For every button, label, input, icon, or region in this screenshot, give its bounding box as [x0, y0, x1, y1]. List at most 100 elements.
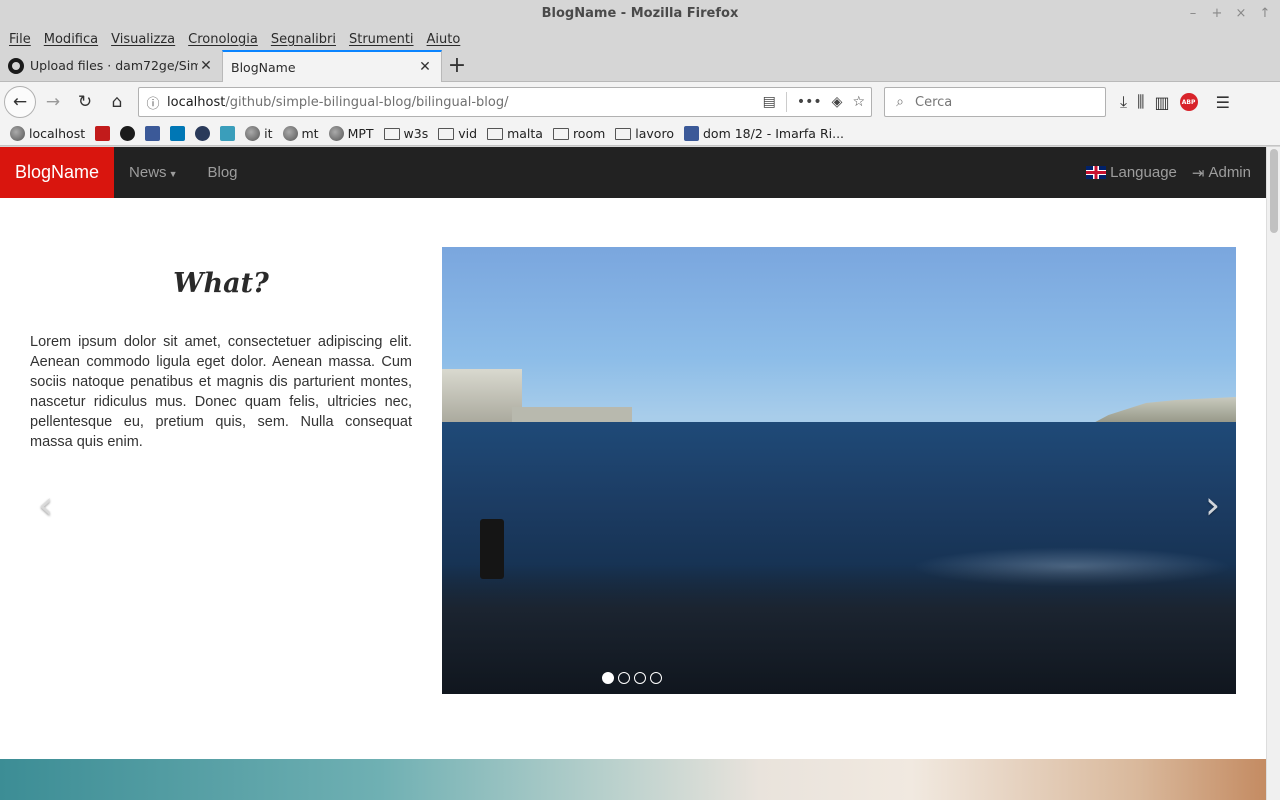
bookmark-item[interactable]: malta [487, 126, 543, 141]
close-tab-icon[interactable]: ✕ [417, 59, 433, 75]
reader-view-icon[interactable]: ▤ [763, 94, 776, 110]
bookmark-item[interactable]: it [245, 126, 273, 141]
bookmark-label: lavoro [635, 126, 674, 141]
site-navbar: BlogName News ▼ Blog Language ⇥ Admin [0, 147, 1266, 198]
menu-file[interactable]: File [4, 32, 36, 47]
bookmark-item[interactable] [95, 126, 111, 141]
language-switcher[interactable]: Language [1071, 164, 1192, 181]
bookmark-item[interactable]: vid [438, 126, 477, 141]
bookmark-label: vid [458, 126, 478, 141]
login-icon: ⇥ [1191, 164, 1205, 182]
bookmark-item[interactable] [170, 126, 186, 141]
bookmark-item[interactable] [220, 126, 236, 141]
section-title: What? [173, 268, 269, 299]
bookmark-label: MPT [347, 126, 374, 141]
maximize-button[interactable]: + [1210, 0, 1224, 28]
bookmark-label: localhost [29, 126, 86, 141]
bookmark-item[interactable]: lavoro [615, 126, 674, 141]
home-button[interactable]: ⌂ [102, 87, 132, 117]
menu-visualizza[interactable]: Visualizza [106, 32, 180, 47]
slide-image-rocks [442, 564, 1236, 694]
brand-link[interactable]: BlogName [0, 147, 115, 198]
bookmark-item[interactable]: dom 18/2 - Imarfa Ri... [683, 126, 845, 141]
scrollbar-thumb[interactable] [1270, 149, 1278, 233]
search-icon: ⌕ [896, 94, 904, 110]
folder-icon [552, 127, 569, 140]
image-carousel[interactable] [442, 247, 1236, 694]
close-window-button[interactable]: × [1234, 0, 1248, 28]
section-text: Lorem ipsum dolor sit amet, consectetuer… [30, 334, 412, 450]
bookmark-label: mt [301, 126, 319, 141]
bookmark-item[interactable]: room [552, 126, 605, 141]
folder-icon [383, 127, 400, 140]
tab-upload-files[interactable]: Upload files · dam72ge/Simpl ✕ [0, 50, 222, 81]
hamburger-menu-icon[interactable]: ☰ [1216, 93, 1230, 112]
search-bar[interactable]: ⌕ [884, 87, 1106, 117]
bookmark-item[interactable] [145, 126, 161, 141]
search-input[interactable] [915, 94, 1095, 110]
shade-button[interactable]: ↑ [1258, 0, 1272, 28]
bookmark-item[interactable] [195, 126, 211, 141]
carousel-indicator[interactable] [618, 672, 630, 684]
menu-cronologia[interactable]: Cronologia [183, 32, 263, 47]
language-label: Language [1110, 164, 1177, 181]
new-tab-button[interactable]: + [442, 50, 472, 81]
carousel-indicator[interactable] [650, 672, 662, 684]
minimize-button[interactable]: – [1186, 0, 1200, 28]
bookmark-item[interactable]: mt [282, 126, 319, 141]
carousel-next-icon[interactable]: › [1205, 483, 1220, 527]
admin-link[interactable]: ⇥ Admin [1192, 164, 1266, 182]
carousel-prev-icon[interactable]: ‹ [38, 483, 53, 527]
bookmark-label: dom 18/2 - Imarfa Ri... [702, 126, 845, 141]
library-icon[interactable]: ⫼ [1137, 92, 1144, 112]
tab-blogname[interactable]: BlogName ✕ [222, 50, 442, 82]
folder-icon [438, 127, 455, 140]
forward-button[interactable]: → [38, 87, 68, 117]
adblock-plus-icon[interactable]: ABP [1179, 93, 1198, 111]
menu-bar: File Modifica Visualizza Cronologia Segn… [0, 28, 1280, 50]
admin-label: Admin [1208, 164, 1251, 181]
bookmark-item[interactable]: localhost [10, 126, 85, 141]
divider [785, 92, 787, 112]
menu-modifica[interactable]: Modifica [39, 32, 103, 47]
bookmark-label: w3s [403, 126, 429, 141]
reload-button[interactable]: ↻ [70, 87, 100, 117]
menu-strumenti[interactable]: Strumenti [344, 32, 419, 47]
fb-icon [145, 126, 161, 141]
red-icon [95, 126, 111, 141]
page-scrollbar[interactable] [1266, 147, 1280, 800]
carousel-indicator[interactable] [634, 672, 646, 684]
github-icon [8, 57, 24, 74]
window-controls: – + × ↑ [1186, 0, 1272, 28]
url-bar[interactable]: ⓘ localhost /github/simple-bilingual-blo… [138, 87, 872, 117]
bookmark-item[interactable]: w3s [383, 126, 429, 141]
tab-strip: Upload files · dam72ge/Simpl ✕ BlogName … [0, 50, 1280, 82]
uk-flag-icon [1086, 166, 1107, 179]
carousel-indicator[interactable] [602, 672, 614, 684]
menu-segnalibri[interactable]: Segnalibri [266, 32, 341, 47]
bookmark-label: it [264, 126, 273, 141]
globe-icon [245, 126, 261, 141]
back-button[interactable]: ← [4, 86, 36, 118]
bookmark-star-icon[interactable]: ☆ [852, 94, 865, 110]
navigation-toolbar: ← → ↻ ⌂ ⓘ localhost /github/simple-bilin… [0, 82, 1280, 122]
pocket-icon[interactable]: ◈ [832, 94, 843, 110]
slide-image-building [442, 369, 522, 424]
fb-icon [683, 126, 699, 141]
info-icon[interactable]: ⓘ [139, 93, 167, 112]
nav-news-dropdown[interactable]: News ▼ [114, 164, 192, 181]
tab-title: Upload files · dam72ge/Simpl [30, 58, 198, 73]
menu-aiuto[interactable]: Aiuto [422, 32, 466, 47]
page-actions-icon[interactable]: ••• [797, 94, 822, 110]
window-titlebar: BlogName - Mozilla Firefox – + × ↑ [0, 0, 1280, 28]
bookmark-label: malta [507, 126, 543, 141]
nav-blog-link[interactable]: Blog [192, 164, 252, 181]
bookmark-item[interactable] [120, 126, 136, 141]
carousel-indicators [602, 672, 662, 684]
bookmark-item[interactable]: MPT [328, 126, 374, 141]
downloads-icon[interactable]: ⤓ [1120, 92, 1127, 112]
sidebar-icon[interactable]: ▥ [1154, 93, 1169, 112]
close-tab-icon[interactable]: ✕ [198, 58, 214, 74]
url-path: /github/simple-bilingual-blog/bilingual-… [225, 94, 509, 110]
circ-icon [195, 126, 211, 141]
